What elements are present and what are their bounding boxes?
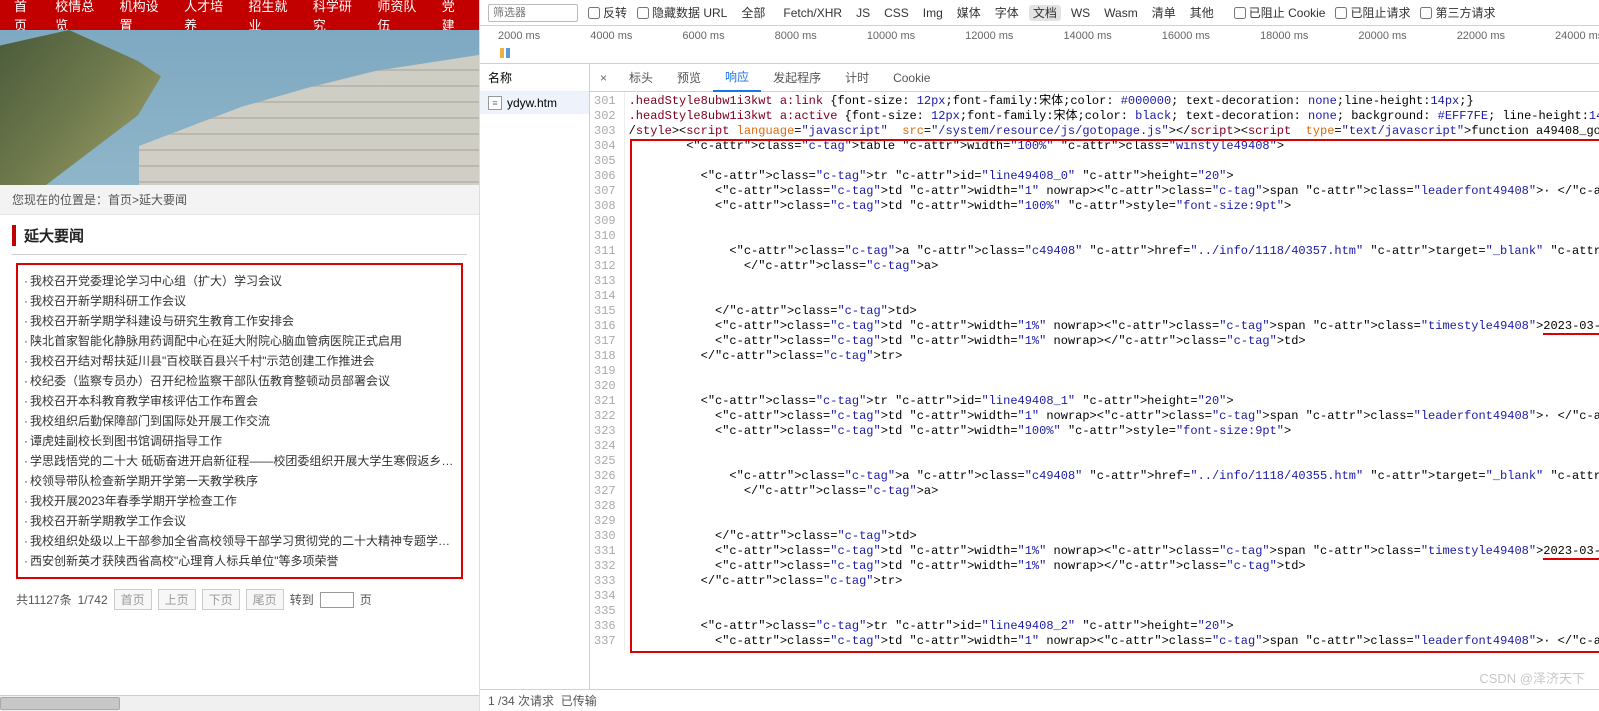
news-item[interactable]: 西安创新英才获陕西省高校"心理育人标兵单位"等多项荣誉 xyxy=(24,551,455,571)
tab-initiator[interactable]: 发起程序 xyxy=(761,64,833,92)
news-item[interactable]: 校纪委（监察专员办）召开纪检监察干部队伍教育整顿动员部署会议 xyxy=(24,371,455,391)
filter-type[interactable]: Fetch/XHR xyxy=(779,5,846,21)
news-item[interactable]: 我校召开结对帮扶延川县"百校联百县兴千村"示范创建工作推进会 xyxy=(24,351,455,371)
timeline-tick: 14000 ms xyxy=(1063,30,1111,42)
response-code[interactable]: 3013023033043053063073083093103113123133… xyxy=(590,92,1599,689)
page-preview: 首页校情总览机构设置人才培养招生就业科学研究师资队伍党建 您现在的位置是：首页>… xyxy=(0,0,480,711)
invert-checkbox[interactable]: 反转 xyxy=(588,4,627,21)
news-item[interactable]: 陕北首家智能化静脉用药调配中心在延大附院心脑血管病医院正式启用 xyxy=(24,331,455,351)
request-filename: ydyw.htm xyxy=(507,96,557,110)
timeline-tick: 22000 ms xyxy=(1457,30,1505,42)
nav-item[interactable]: 人才培养 xyxy=(184,0,230,34)
filter-input[interactable] xyxy=(488,4,578,22)
timeline[interactable]: 2000 ms 4000 ms 6000 ms 8000 ms 10000 ms 1200… xyxy=(480,26,1599,64)
pager-unit: 页 xyxy=(360,591,372,608)
request-list: 名称 ≡ ydyw.htm xyxy=(480,64,590,689)
devtools-panel: 反转 隐藏数据 URL 全部 Fetch/XHR JS CSS Img 媒体字体文档 WS… xyxy=(480,0,1599,711)
pager-goto-input[interactable] xyxy=(320,592,354,608)
timeline-tick: 18000 ms xyxy=(1260,30,1308,42)
blocked-req-checkbox[interactable]: 已阻止请求 xyxy=(1335,4,1410,21)
timeline-tick: 8000 ms xyxy=(775,30,817,42)
timeline-tick: 10000 ms xyxy=(867,30,915,42)
name-column-header: 名称 xyxy=(480,64,589,92)
pager-position: 1/742 xyxy=(78,593,108,607)
nav-item[interactable]: 首页 xyxy=(14,0,37,34)
detail-tabs: × 标头 预览 响应 发起程序 计时 Cookie xyxy=(590,64,1599,92)
close-icon[interactable]: × xyxy=(590,71,617,85)
news-item[interactable]: 校领导带队检查新学期开学第一天教学秩序 xyxy=(24,471,455,491)
main-nav: 首页校情总览机构设置人才培养招生就业科学研究师资队伍党建 xyxy=(0,0,479,30)
filter-all[interactable]: 全部 xyxy=(737,3,769,22)
nav-item[interactable]: 招生就业 xyxy=(248,0,294,34)
divider xyxy=(12,254,467,255)
timeline-tick: 16000 ms xyxy=(1162,30,1210,42)
tab-timing[interactable]: 计时 xyxy=(833,64,881,92)
filter-type[interactable]: 其他 xyxy=(1186,5,1218,21)
news-item[interactable]: 我校召开新学期学科建设与研究生教育工作安排会 xyxy=(24,311,455,331)
section-title: 延大要闻 xyxy=(12,225,467,246)
timeline-tick: 20000 ms xyxy=(1358,30,1406,42)
breadcrumb-prefix: 您现在的位置是： xyxy=(12,193,108,207)
pager-first-button[interactable]: 首页 xyxy=(114,589,152,610)
banner-image xyxy=(0,30,479,185)
tab-response[interactable]: 响应 xyxy=(713,64,761,92)
pager: 共11127条 1/742 首页 上页 下页 尾页 转到 页 xyxy=(16,589,463,610)
request-row[interactable]: ≡ ydyw.htm xyxy=(480,92,589,114)
pager-goto-label: 转到 xyxy=(290,591,314,608)
breadcrumb: 您现在的位置是：首页>延大要闻 xyxy=(0,185,479,215)
timeline-tick: 24000 ms xyxy=(1555,30,1599,42)
timeline-tick: 2000 ms xyxy=(498,30,540,42)
tab-preview[interactable]: 预览 xyxy=(665,64,713,92)
third-party-checkbox[interactable]: 第三方请求 xyxy=(1420,4,1495,21)
timeline-tick: 12000 ms xyxy=(965,30,1013,42)
status-requests: 1 /34 次请求 xyxy=(488,694,554,708)
news-list: 我校召开党委理论学习中心组（扩大）学习会议我校召开新学期科研工作会议我校召开新学… xyxy=(24,271,455,571)
hide-data-url-checkbox[interactable]: 隐藏数据 URL xyxy=(637,4,727,21)
timeline-tick: 4000 ms xyxy=(590,30,632,42)
tab-headers[interactable]: 标头 xyxy=(617,64,665,92)
nav-item[interactable]: 校情总览 xyxy=(55,0,101,34)
news-item[interactable]: 我校组织后勤保障部门到国际处开展工作交流 xyxy=(24,411,455,431)
filter-type[interactable]: Wasm xyxy=(1100,5,1142,21)
nav-item[interactable]: 机构设置 xyxy=(120,0,166,34)
line-gutter: 3013023033043053063073083093103113123133… xyxy=(590,92,625,651)
source-content[interactable]: .headStyle8ubw1i3kwt a:link {font-size: … xyxy=(625,92,1599,651)
request-detail: × 标头 预览 响应 发起程序 计时 Cookie 30130230330430… xyxy=(590,64,1599,689)
pager-total: 共11127条 xyxy=(16,591,72,608)
blocked-cookie-checkbox[interactable]: 已阻止 Cookie xyxy=(1234,4,1326,21)
watermark: CSDN @泽济天下 xyxy=(1479,668,1585,687)
pager-last-button[interactable]: 尾页 xyxy=(246,589,284,610)
filter-type[interactable]: 媒体 xyxy=(953,5,985,21)
filter-type[interactable]: CSS xyxy=(880,5,913,21)
filter-type[interactable]: JS xyxy=(852,5,874,21)
tab-cookies[interactable]: Cookie xyxy=(881,64,942,92)
news-item[interactable]: 我校召开党委理论学习中心组（扩大）学习会议 xyxy=(24,271,455,291)
news-item[interactable]: 我校召开新学期教学工作会议 xyxy=(24,511,455,531)
filter-type[interactable]: 清单 xyxy=(1148,5,1180,21)
news-item[interactable]: 我校召开本科教育教学审核评估工作布置会 xyxy=(24,391,455,411)
filter-type[interactable]: 文档 xyxy=(1029,5,1061,21)
timeline-tick: 6000 ms xyxy=(682,30,724,42)
devtools-status-bar: 1 /34 次请求 已传输 { } xyxy=(480,689,1599,711)
news-list-box: 我校召开党委理论学习中心组（扩大）学习会议我校召开新学期科研工作会议我校召开新学… xyxy=(16,263,463,579)
status-transfer: 已传输 xyxy=(561,694,597,708)
news-item[interactable]: 我校组织处级以上干部参加全省高校领导干部学习贯彻党的二十大精神专题学习班 xyxy=(24,531,455,551)
horizontal-scrollbar[interactable] xyxy=(0,695,479,711)
file-icon: ≡ xyxy=(488,96,502,110)
pager-prev-button[interactable]: 上页 xyxy=(158,589,196,610)
breadcrumb-path[interactable]: 首页>延大要闻 xyxy=(108,193,187,207)
news-item[interactable]: 我校召开新学期科研工作会议 xyxy=(24,291,455,311)
pager-next-button[interactable]: 下页 xyxy=(202,589,240,610)
news-item[interactable]: 我校开展2023年春季学期开学检查工作 xyxy=(24,491,455,511)
nav-item[interactable]: 科学研究 xyxy=(313,0,359,34)
nav-item[interactable]: 师资队伍 xyxy=(377,0,423,34)
news-item[interactable]: 学思践悟党的二十大 砥砺奋进开启新征程——校团委组织开展大学生寒假返乡实践活动 xyxy=(24,451,455,471)
filter-type[interactable]: 字体 xyxy=(991,5,1023,21)
filter-type[interactable]: WS xyxy=(1067,5,1094,21)
scrollbar-thumb[interactable] xyxy=(0,697,120,710)
network-filter-bar: 反转 隐藏数据 URL 全部 Fetch/XHR JS CSS Img 媒体字体文档 WS… xyxy=(480,0,1599,26)
filter-type[interactable]: Img xyxy=(919,5,947,21)
nav-item[interactable]: 党建 xyxy=(442,0,465,34)
news-item[interactable]: 谭虎娃副校长到图书馆调研指导工作 xyxy=(24,431,455,451)
